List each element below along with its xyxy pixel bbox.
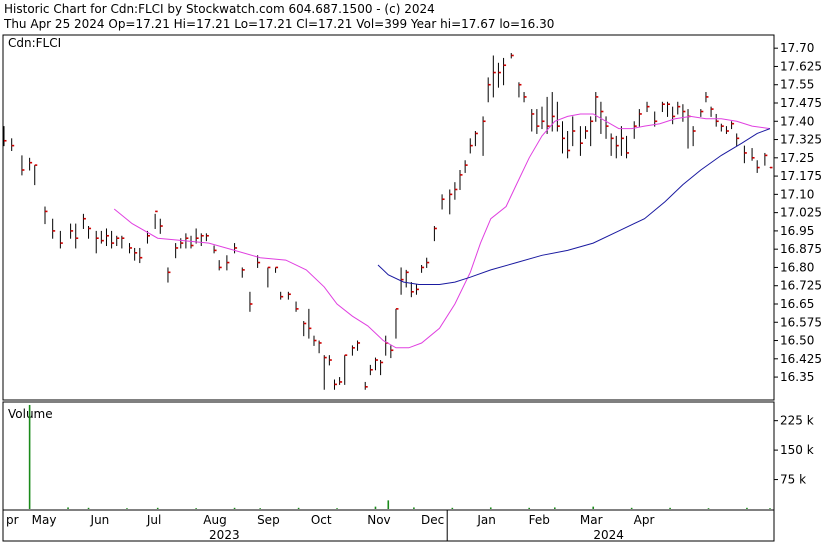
price-y-tick-label: 16.725	[780, 279, 822, 293]
price-y-tick-label: 17.625	[780, 59, 822, 73]
symbol-label: Cdn:FLCI	[8, 36, 61, 50]
chart-header-title: Historic Chart for Cdn:FLCI by Stockwatc…	[4, 2, 435, 16]
price-y-tick-label: 17.40	[780, 114, 814, 128]
price-y-tick-label: 17.70	[780, 41, 814, 55]
price-y-tick-label: 16.875	[780, 242, 822, 256]
price-y-tick-label: 16.80	[780, 260, 814, 274]
price-y-tick-label: 17.475	[780, 96, 822, 110]
month-label: Nov	[367, 513, 390, 527]
month-label: Oct	[311, 513, 332, 527]
price-y-tick-label: 16.575	[780, 315, 822, 329]
month-label: Apr	[634, 513, 655, 527]
month-label: May	[32, 513, 57, 527]
month-label: Mar	[580, 513, 603, 527]
price-y-tick-label: 16.35	[780, 370, 814, 384]
month-label: Jul	[146, 513, 161, 527]
price-y-tick-label: 16.425	[780, 352, 822, 366]
price-y-tick-label: 17.25	[780, 151, 814, 165]
month-label: Sep	[257, 513, 280, 527]
year-label: 2024	[593, 528, 624, 542]
volume-y-tick-label: 75 k	[780, 473, 806, 487]
price-y-tick-label: 16.50	[780, 334, 814, 348]
month-label: Dec	[421, 513, 444, 527]
price-y-tick-label: 16.95	[780, 224, 814, 238]
price-y-axis: 17.70 17.625 17.55 17.475 17.40 17.325 17.25 17…	[774, 41, 822, 384]
volume-y-tick-label: 150 k	[780, 443, 814, 457]
price-y-tick-label: 17.10	[780, 187, 814, 201]
month-label: Aug	[203, 513, 226, 527]
price-y-tick-label: 16.65	[780, 297, 814, 311]
price-panel	[2, 34, 775, 401]
price-y-tick-label: 17.325	[780, 133, 822, 147]
volume-y-tick-label: 225 k	[780, 414, 814, 428]
volume-y-axis: 225 k 150 k 75 k	[774, 414, 814, 487]
month-label: Jan	[476, 513, 496, 527]
price-y-tick-label: 17.175	[780, 169, 822, 183]
month-label: Feb	[529, 513, 550, 527]
chart-header-quote: Thu Apr 25 2024 Op=17.21 Hi=17.21 Lo=17.…	[3, 17, 554, 31]
price-y-tick-label: 17.025	[780, 206, 822, 220]
month-label: Jun	[90, 513, 110, 527]
month-label: pr	[6, 513, 19, 527]
price-bar	[769, 166, 773, 169]
year-label: 2023	[209, 528, 240, 542]
price-y-tick-label: 17.55	[780, 78, 814, 92]
volume-panel	[2, 401, 775, 511]
stock-chart: Historic Chart for Cdn:FLCI by Stockwatc…	[2, 2, 822, 542]
